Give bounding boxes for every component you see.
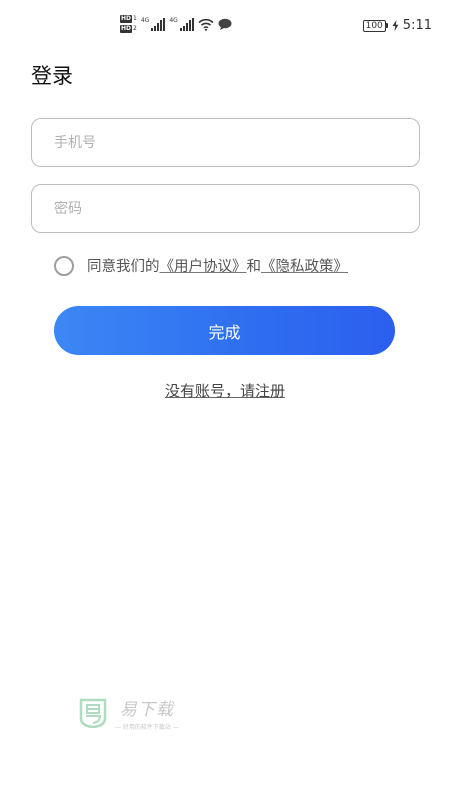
battery-level: 100 (362, 19, 386, 32)
status-bar: HD 1 HD 2 4G 4G 100 5:11 (0, 0, 450, 52)
hd-badge-1: HD (120, 15, 133, 23)
sim2-number: 2 (133, 25, 137, 32)
phone-input[interactable] (32, 119, 419, 166)
user-agreement-link[interactable]: 《用户协议》 (160, 255, 247, 276)
watermark: 易下载 — 好用的软件下载站 — (79, 695, 179, 731)
agreement-and: 和 (246, 259, 262, 275)
network-type-1: 4G (140, 17, 150, 24)
register-link[interactable]: 没有账号，请注册 (165, 382, 285, 400)
register-link-row: 没有账号，请注册 (0, 380, 450, 401)
agreement-prefix: 同意我们的 (87, 259, 160, 275)
privacy-policy-link[interactable]: 《隐私政策》 (261, 255, 348, 276)
agreement-row: 同意我们的 《用户协议》 和 《隐私政策》 (54, 255, 348, 276)
signal-icon-2: 4G (169, 17, 194, 31)
sim2-indicator: HD 2 (120, 25, 137, 33)
status-left: HD 1 HD 2 4G 4G (120, 15, 232, 33)
status-right: 100 5:11 (362, 18, 432, 33)
sim-indicators: HD 1 HD 2 (120, 15, 137, 33)
wifi-icon (198, 18, 214, 31)
network-type-2: 4G (169, 17, 178, 24)
clock: 5:11 (402, 18, 432, 33)
watermark-tagline: — 好用的软件下载站 — (115, 724, 179, 731)
sim1-number: 1 (133, 15, 137, 22)
page-title: 登录 (31, 64, 73, 88)
phone-field[interactable] (31, 118, 420, 167)
charging-icon (392, 20, 399, 31)
watermark-brand: 易下载 (119, 700, 174, 720)
password-field[interactable] (31, 184, 420, 233)
password-input[interactable] (32, 185, 419, 232)
agreement-radio[interactable] (54, 255, 74, 276)
watermark-text: 易下载 — 好用的软件下载站 — (115, 695, 179, 731)
hd-badge-2: HD (120, 25, 133, 33)
sim1-indicator: HD 1 (120, 15, 137, 23)
submit-button[interactable]: 完成 (54, 306, 395, 355)
message-icon (218, 18, 232, 30)
signal-icon-1: 4G (140, 17, 166, 31)
watermark-logo-icon (79, 698, 107, 728)
battery-icon: 100 (362, 19, 388, 32)
